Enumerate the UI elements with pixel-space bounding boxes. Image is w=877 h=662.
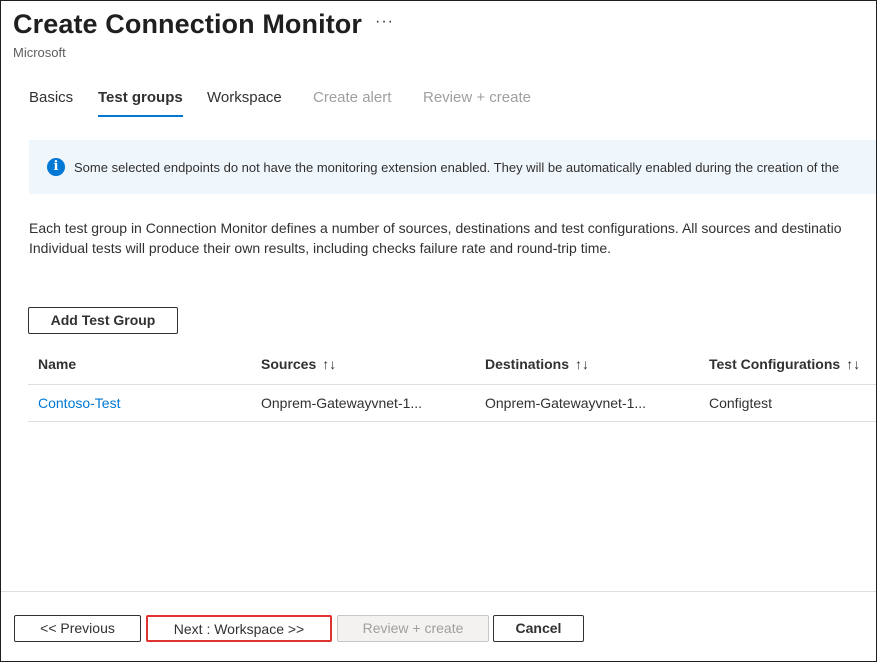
- page-title: Create Connection Monitor: [13, 9, 363, 39]
- column-header-destinations[interactable]: Destinations ↑↓: [485, 356, 589, 372]
- cancel-button[interactable]: Cancel: [493, 615, 584, 642]
- test-group-name-link[interactable]: Contoso-Test: [38, 395, 120, 411]
- tab-basics[interactable]: Basics: [29, 89, 73, 106]
- destinations-cell: Onprem-Gatewayvnet-1...: [485, 395, 647, 411]
- footer-divider: [1, 591, 876, 592]
- description-line-1: Each test group in Connection Monitor de…: [29, 220, 842, 236]
- info-message-bar: i Some selected endpoints do not have th…: [29, 140, 876, 194]
- tab-test-groups[interactable]: Test groups: [98, 89, 183, 117]
- column-header-test-configurations[interactable]: Test Configurations ↑↓: [709, 356, 860, 372]
- tab-workspace[interactable]: Workspace: [207, 89, 282, 106]
- next-workspace-button[interactable]: Next : Workspace >>: [146, 615, 332, 642]
- table-row: Contoso-Test Onprem-Gatewayvnet-1... Onp…: [28, 385, 876, 422]
- test-group-description: Each test group in Connection Monitor de…: [29, 218, 876, 258]
- test-configurations-cell: Configtest: [709, 395, 773, 411]
- sort-arrows-icon[interactable]: ↑↓: [322, 356, 336, 372]
- column-header-label: Name: [38, 356, 77, 372]
- review-create-button: Review + create: [337, 615, 489, 642]
- column-header-label: Sources: [261, 356, 317, 372]
- info-message-text: Some selected endpoints do not have the …: [74, 160, 840, 175]
- add-test-group-button[interactable]: Add Test Group: [28, 307, 178, 334]
- create-connection-monitor-blade: Create Connection Monitor ··· Microsoft …: [0, 0, 877, 662]
- table-header: Name Sources ↑↓ Destinations ↑↓ Test Confi…: [28, 346, 876, 385]
- tab-create-alert: Create alert: [313, 89, 392, 106]
- test-groups-table: Name Sources ↑↓ Destinations ↑↓ Test Confi…: [28, 346, 876, 422]
- sources-cell: Onprem-Gatewayvnet-1...: [261, 395, 423, 411]
- page-subtitle: Microsoft: [13, 45, 66, 60]
- column-header-label: Destinations: [485, 356, 570, 372]
- more-options-icon[interactable]: ···: [375, 13, 394, 31]
- sort-arrows-icon[interactable]: ↑↓: [846, 356, 860, 372]
- sort-arrows-icon[interactable]: ↑↓: [575, 356, 589, 372]
- column-header-name[interactable]: Name: [38, 356, 76, 372]
- previous-button[interactable]: << Previous: [14, 615, 141, 642]
- tab-review-create: Review + create: [423, 89, 531, 106]
- info-icon: i: [47, 158, 65, 176]
- column-header-label: Test Configurations: [709, 356, 841, 372]
- column-header-sources[interactable]: Sources ↑↓: [261, 356, 336, 372]
- description-line-2: Individual tests will produce their own …: [29, 240, 612, 256]
